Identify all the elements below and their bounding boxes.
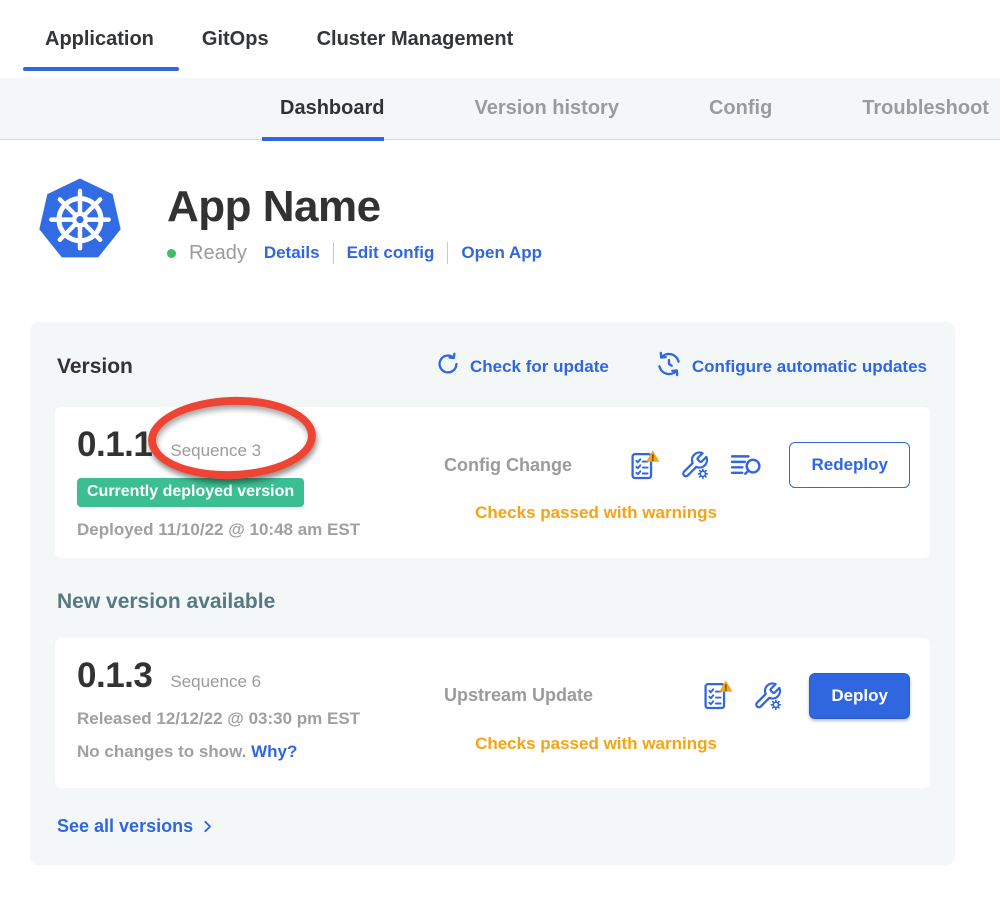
why-link[interactable]: Why? [251,742,297,761]
refresh-icon [435,351,461,382]
configure-automatic-updates-button[interactable]: Configure automatic updates [655,350,927,383]
check-for-update-label: Check for update [470,357,609,377]
divider [447,242,448,264]
current-release-info: 0.1.1 Sequence 3 Currently deployed vers… [77,425,412,540]
tab-cluster-management[interactable]: Cluster Management [317,0,514,78]
wrench-config-icon[interactable] [679,450,710,480]
available-release-info: 0.1.3 Sequence 6 Released 12/12/22 @ 03:… [77,656,412,770]
current-release-actions: Config Change [412,425,910,540]
current-release-row: 0.1.1 Sequence 3 Currently deployed vers… [55,407,930,558]
new-version-heading: New version available [55,590,930,614]
open-app-link[interactable]: Open App [461,243,542,263]
available-sequence-label: Sequence 6 [170,672,261,692]
tab-troubleshoot[interactable]: Troubleshoot [862,78,989,139]
released-timestamp: Released 12/12/22 @ 03:30 pm EST [77,709,412,729]
no-changes-label: No changes to show. [77,742,246,761]
ready-status-dot [167,249,176,258]
deployed-timestamp: Deployed 11/10/22 @ 10:48 am EST [77,520,412,540]
available-source-label: Upstream Update [412,685,593,706]
version-card-header: Version Check for update [55,350,930,383]
auto-update-clock-icon [655,350,683,383]
preflight-checks-icon[interactable] [629,449,660,482]
current-version-number: 0.1.1 [77,425,152,465]
current-sequence-label: Sequence 3 [170,441,261,461]
app-header-text: App Name Ready Details Edit config Open … [167,182,542,265]
details-link[interactable]: Details [264,243,320,263]
version-card-title: Version [57,355,133,379]
check-for-update-button[interactable]: Check for update [435,351,609,382]
deploy-button[interactable]: Deploy [809,673,910,719]
currently-deployed-badge: Currently deployed version [77,478,304,507]
preflight-checks-icon[interactable] [702,679,733,712]
app-header: App Name Ready Details Edit config Open … [0,140,1000,272]
available-release-icons [702,679,783,712]
tab-gitops[interactable]: GitOps [202,0,269,78]
redeploy-button[interactable]: Redeploy [789,442,910,488]
tab-version-history[interactable]: Version history [474,78,619,139]
divider [333,242,334,264]
edit-config-link[interactable]: Edit config [347,243,435,263]
app-status-row: Ready Details Edit config Open App [167,242,542,265]
available-release-row: 0.1.3 Sequence 6 Released 12/12/22 @ 03:… [55,638,930,788]
current-source-label: Config Change [412,455,572,476]
see-all-versions-link[interactable]: See all versions [55,816,930,837]
app-name-title: App Name [167,182,542,232]
wrench-config-icon[interactable] [752,681,783,711]
chevron-right-icon [200,818,215,835]
configure-automatic-updates-label: Configure automatic updates [692,357,927,377]
current-checks-status: Checks passed with warnings [412,503,910,523]
view-diff-icon[interactable] [729,452,763,479]
no-changes-text: No changes to show. Why? [77,742,412,762]
ready-status-label: Ready [189,242,247,265]
version-card-actions: Check for update Configure automatic upd… [435,350,927,383]
available-checks-status: Checks passed with warnings [412,734,910,754]
kubernetes-logo [35,174,125,272]
primary-nav: Application GitOps Cluster Management [0,0,1000,78]
available-release-actions: Upstream Update [412,656,910,770]
available-version-number: 0.1.3 [77,656,152,696]
see-all-versions-label: See all versions [57,816,193,837]
app-section-nav: Dashboard Version history Config Trouble… [0,78,1000,140]
tab-application[interactable]: Application [45,0,154,78]
tab-config[interactable]: Config [709,78,772,139]
version-card: Version Check for update [30,322,955,865]
tab-dashboard[interactable]: Dashboard [280,78,384,139]
current-release-icons [629,449,763,482]
